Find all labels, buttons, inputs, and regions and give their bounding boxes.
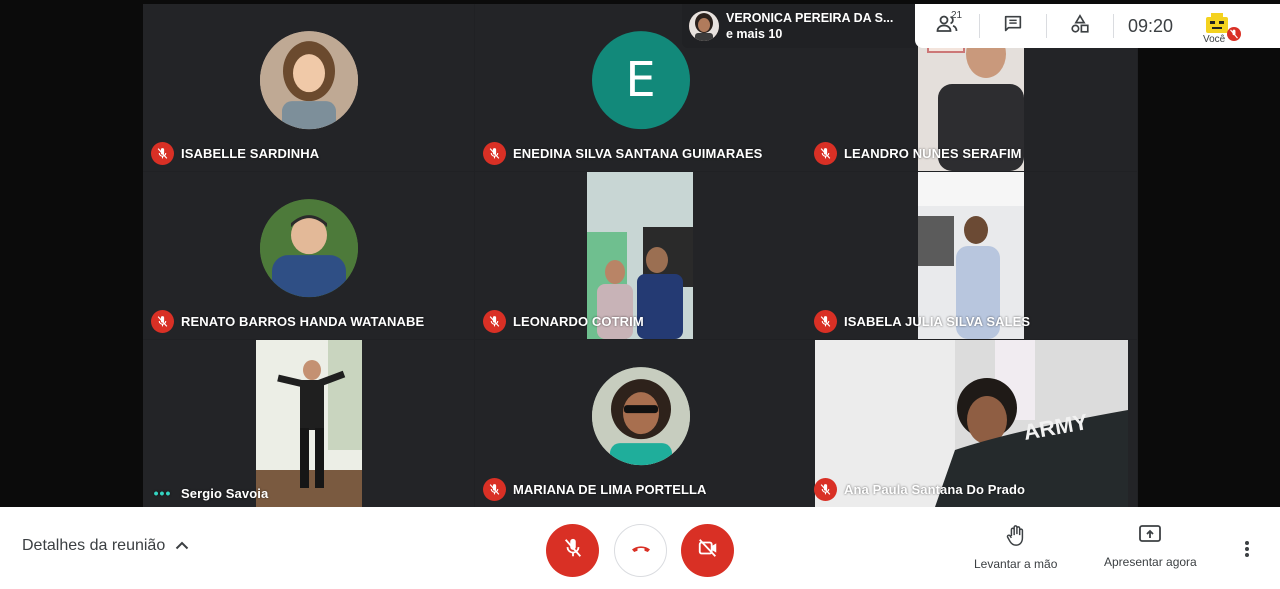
participant-label: Ana Paula Santana Do Prado [814, 478, 1025, 501]
meeting-stage: ISABELLE SARDINHA E ENEDINA SILVA SANTAN… [0, 0, 1280, 507]
participant-tile[interactable]: MARIANA DE LIMA PORTELLA [475, 340, 806, 507]
mic-off-icon [483, 142, 506, 165]
participant-tile[interactable]: ARMY Ana Paula Santana Do Prado [806, 340, 1137, 507]
presenter-avatar [689, 11, 719, 41]
raise-hand-label: Levantar a mão [974, 557, 1058, 571]
presenter-name: VERONICA PEREIRA DA S... [726, 11, 894, 25]
participant-label: RENATO BARROS HANDA WATANABE [151, 310, 424, 333]
presenter-banner[interactable]: VERONICA PEREIRA DA S... e mais 10 [682, 4, 915, 48]
people-button[interactable]: 21 [915, 4, 979, 48]
self-mic-off-icon [1227, 27, 1242, 46]
meeting-details-button[interactable]: Detalhes da reunião [22, 537, 189, 555]
presenter-more: e mais 10 [726, 27, 783, 41]
participant-tile[interactable]: ISABELLE SARDINHA [143, 4, 474, 171]
mic-off-icon [151, 142, 174, 165]
you-label: Você [1203, 34, 1226, 45]
participant-tile[interactable]: ••• Sergio Savoia [143, 340, 474, 507]
chevron-up-icon [175, 537, 189, 555]
participant-label: MARIANA DE LIMA PORTELLA [483, 478, 707, 501]
top-right-bar: 21 09:20 Você [915, 4, 1280, 48]
activities-button[interactable] [1047, 4, 1113, 48]
raise-hand-icon [1005, 524, 1027, 551]
participant-name: Ana Paula Santana Do Prado [844, 482, 1026, 497]
mic-off-icon [814, 310, 837, 333]
participant-tile[interactable]: LEONARDO COTRIM [475, 172, 806, 339]
camera-off-icon [697, 537, 719, 564]
camera-toggle-button[interactable] [681, 524, 734, 577]
mic-off-icon [814, 478, 837, 501]
participant-label: ••• Sergio Savoia [151, 485, 269, 501]
participant-photo [259, 198, 358, 297]
mic-off-icon [483, 478, 506, 501]
participant-name: LEONARDO COTRIM [513, 314, 644, 329]
participant-initial-avatar: E [591, 30, 690, 129]
more-options-button[interactable] [1243, 539, 1251, 564]
mic-off-icon [814, 142, 837, 165]
people-count: 21 [951, 10, 963, 21]
chat-button[interactable] [980, 4, 1046, 48]
participant-photo [259, 30, 358, 129]
hang-up-button[interactable] [614, 524, 667, 577]
participant-tile[interactable]: RENATO BARROS HANDA WATANABE [143, 172, 474, 339]
participant-label: ENEDINA SILVA SANTANA GUIMARAES [483, 142, 762, 165]
participant-name: ISABELLE SARDINHA [181, 146, 320, 161]
activities-icon [1069, 13, 1091, 40]
present-icon [1138, 524, 1162, 549]
bottom-control-bar: Detalhes da reunião Levantar a mão Apres… [0, 507, 1280, 589]
meeting-clock: 09:20 [1128, 15, 1174, 36]
participant-tile[interactable]: ISABELA JULIA SILVA SALES [806, 172, 1137, 339]
presenter-text: VERONICA PEREIRA DA S... e mais 10 [726, 10, 893, 42]
participant-label: LEANDRO NUNES SERAFIM [814, 142, 1022, 165]
participant-name: ENEDINA SILVA SANTANA GUIMARAES [513, 146, 763, 161]
participant-label: LEONARDO COTRIM [483, 310, 644, 333]
participant-name: ISABELA JULIA SILVA SALES [844, 314, 1031, 329]
participant-name: RENATO BARROS HANDA WATANABE [181, 314, 425, 329]
speaking-indicator-icon: ••• [153, 485, 172, 501]
participant-name: LEANDRO NUNES SERAFIM [844, 146, 1022, 161]
raise-hand-button[interactable]: Levantar a mão [974, 524, 1057, 571]
meeting-details-label: Detalhes da reunião [22, 537, 166, 554]
mic-off-icon [562, 537, 584, 564]
mic-off-icon [483, 310, 506, 333]
present-label: Apresentar agora [1104, 555, 1197, 569]
more-vert-icon [1243, 541, 1251, 563]
participant-label: ISABELA JULIA SILVA SALES [814, 310, 1030, 333]
microphone-toggle-button[interactable] [546, 524, 599, 577]
participant-name: Sergio Savoia [181, 485, 269, 501]
participant-name: MARIANA DE LIMA PORTELLA [513, 482, 707, 497]
participant-photo [591, 366, 690, 465]
mic-off-icon [151, 310, 174, 333]
avatar-initial: E [625, 51, 656, 108]
chat-icon [1002, 13, 1024, 40]
participant-video [256, 340, 362, 507]
participant-label: ISABELLE SARDINHA [151, 142, 319, 165]
present-now-button[interactable]: Apresentar agora [1104, 524, 1197, 569]
hangup-icon [629, 536, 653, 565]
